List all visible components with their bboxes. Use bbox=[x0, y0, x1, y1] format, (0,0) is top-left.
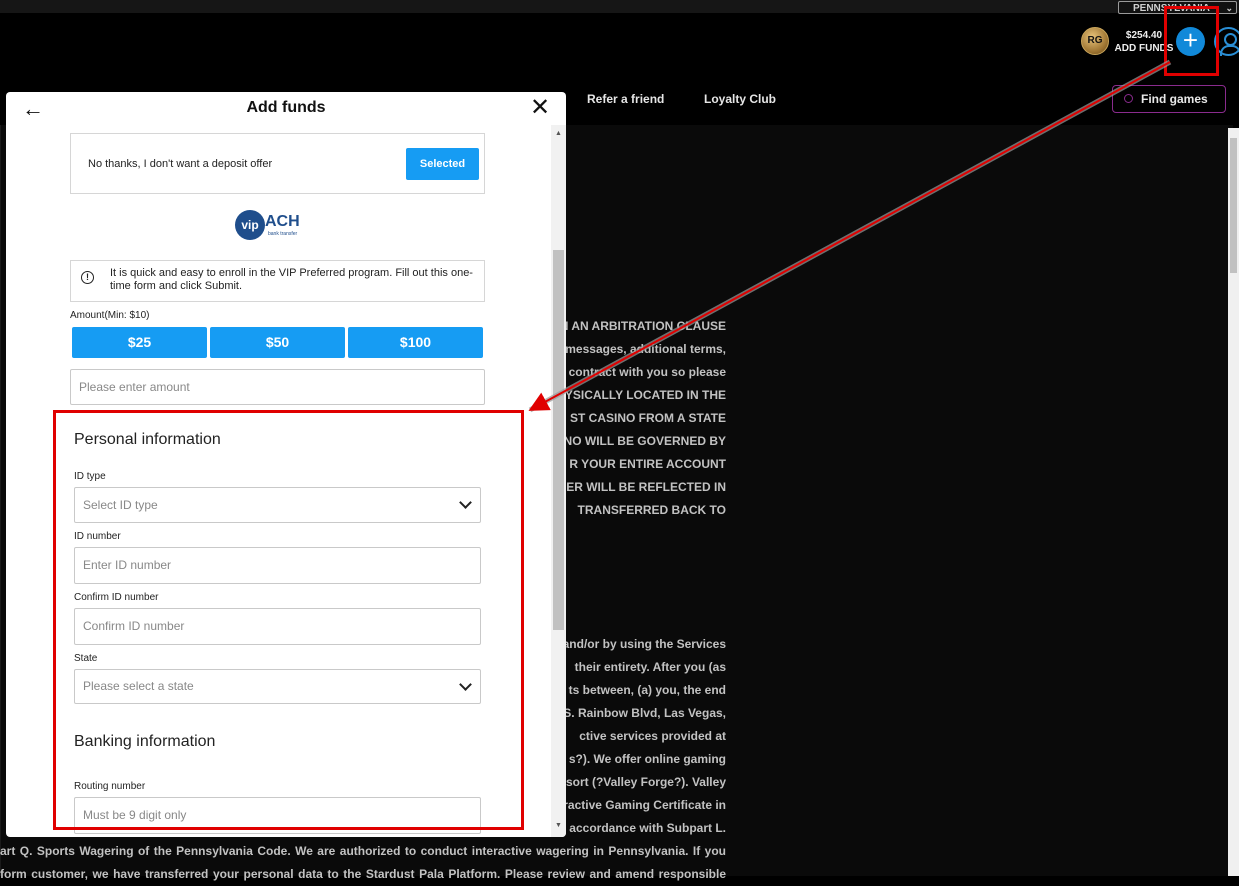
annotation-arrow bbox=[528, 59, 1172, 413]
